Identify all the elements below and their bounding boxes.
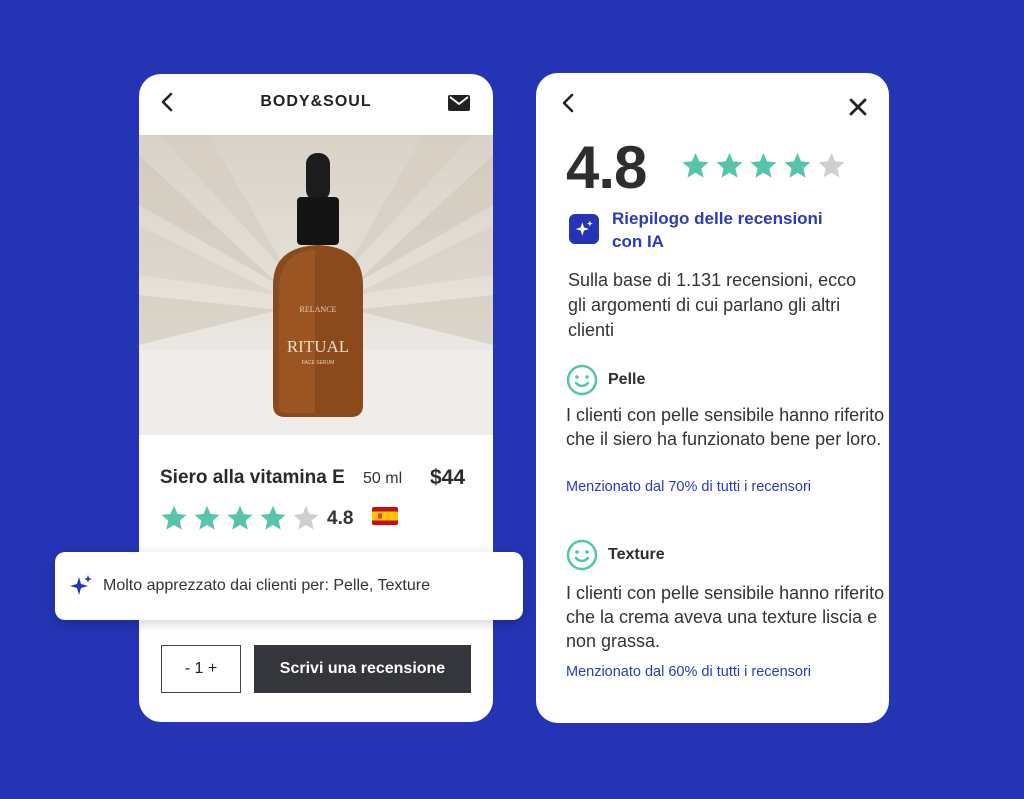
- bottle-sub-text: FACE SERUM: [302, 360, 335, 366]
- bottle-brand-text: RELANCE: [300, 305, 337, 314]
- topic-mention-link[interactable]: Menzionato dal 70% di tutti i recensori: [566, 479, 811, 495]
- product-name: Siero alla vitamina E: [160, 467, 345, 488]
- star-filled-icon: [716, 152, 743, 178]
- back-button[interactable]: [556, 91, 580, 115]
- quantity-stepper[interactable]: - 1 +: [161, 645, 241, 693]
- sparkle-icon: [70, 575, 92, 595]
- mail-icon: [448, 95, 470, 111]
- rating-value: 4.8: [327, 508, 354, 529]
- close-button[interactable]: [846, 95, 870, 119]
- smiley-icon: [566, 539, 598, 571]
- ai-highlight-banner: Molto apprezzato dai clienti per: Pelle,…: [55, 552, 523, 620]
- star-filled-icon: [260, 505, 286, 530]
- bottle-name-text: RITUAL: [287, 337, 349, 356]
- average-rating: 4.8: [566, 134, 647, 201]
- mail-button[interactable]: [446, 92, 472, 114]
- topic-text: I clienti con pelle sensibile hanno rife…: [566, 583, 885, 651]
- summary-intro: Sulla base di 1.131 recensioni, ecco gli…: [568, 270, 857, 340]
- topic-title: Texture: [608, 546, 665, 563]
- product-size: 50 ml: [363, 470, 403, 487]
- topic-title: Pelle: [608, 371, 646, 388]
- product-image: RELANCE RITUAL FACE SERUM: [139, 135, 493, 435]
- star-filled-icon: [784, 152, 811, 178]
- star-filled-icon: [194, 505, 220, 530]
- star-filled-icon: [750, 152, 777, 178]
- review-summary-screen: 4.8 Riepilogo delle recensioni con IA Su…: [536, 73, 889, 723]
- star-empty-icon: [818, 152, 845, 178]
- rating-stars: [160, 504, 320, 532]
- star-empty-icon: [293, 505, 319, 530]
- star-filled-icon: [682, 152, 709, 178]
- rating-stars: [681, 151, 846, 180]
- ai-highlight-text: Molto apprezzato dai clienti per: Pelle,…: [103, 577, 430, 594]
- ai-sparkle-icon: [569, 214, 599, 244]
- spain-flag-icon: [372, 507, 398, 525]
- product-screen: BODY&SOUL RELANCE RITUAL FACE SERUM Sier…: [139, 74, 493, 722]
- topic-mention-link[interactable]: Menzionato dal 60% di tutti i recensori: [566, 664, 811, 680]
- smiley-icon: [566, 364, 598, 396]
- brand-logo: BODY&SOUL: [260, 93, 372, 110]
- ai-summary-title: Riepilogo delle recensioni con IA: [612, 209, 823, 251]
- close-icon: [849, 98, 867, 116]
- chevron-left-icon: [562, 93, 574, 113]
- star-filled-icon: [227, 505, 253, 530]
- topic-text: I clienti con pelle sensibile hanno rife…: [566, 405, 885, 449]
- write-review-button[interactable]: Scrivi una recensione: [254, 645, 471, 693]
- star-filled-icon: [161, 505, 187, 530]
- product-price: $44: [430, 466, 466, 489]
